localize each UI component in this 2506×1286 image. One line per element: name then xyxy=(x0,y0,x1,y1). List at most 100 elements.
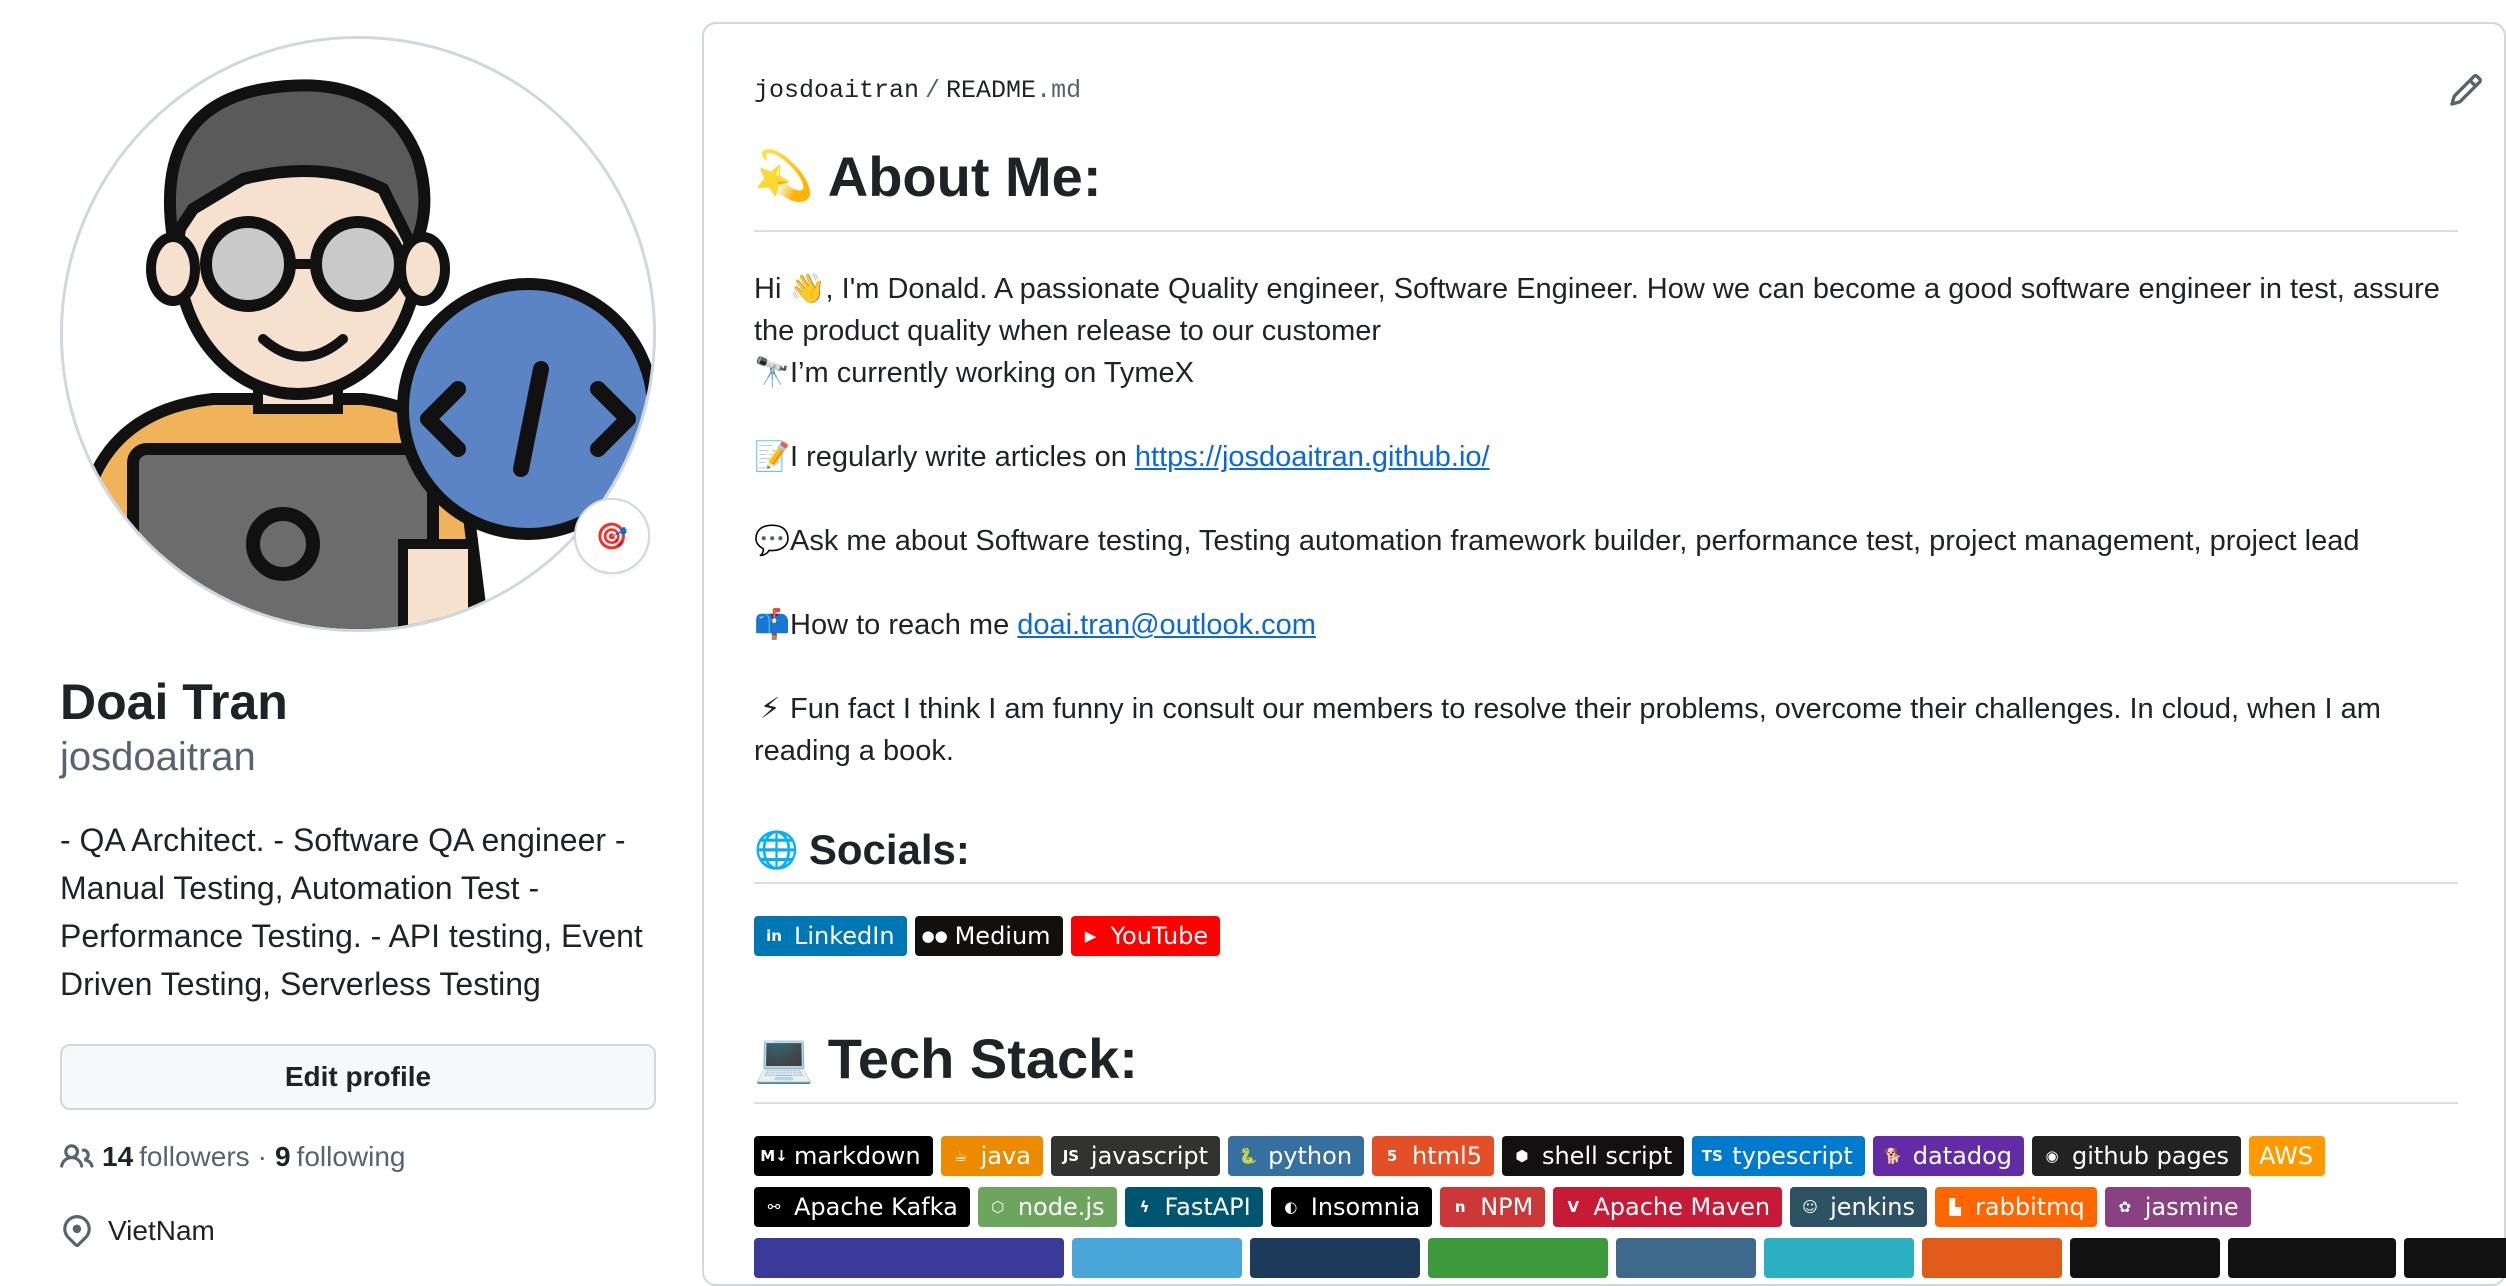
badge-fastapi[interactable]: ϟ FastAPI xyxy=(1124,1187,1263,1227)
avatar-container: 🎯 xyxy=(60,36,656,632)
badge-youtube[interactable]: ▶ YouTube xyxy=(1070,916,1221,956)
html5-icon: 5 xyxy=(1386,1147,1398,1165)
badge-partial[interactable] xyxy=(1072,1238,1242,1278)
badge-shell-script[interactable]: ⬢ shell script xyxy=(1501,1136,1685,1176)
follow-stats: 14 followers · 9 following xyxy=(60,1140,656,1174)
badge-partial[interactable] xyxy=(1250,1238,1420,1278)
badge-label: javascript xyxy=(1090,1142,1209,1170)
telescope-emoji-icon: 🔭 xyxy=(754,357,791,389)
insomnia-icon: ◐ xyxy=(1284,1198,1298,1216)
badge-java[interactable]: ☕ java xyxy=(940,1136,1043,1176)
badge-label: Apache Kafka xyxy=(794,1193,958,1221)
following-link[interactable]: 9 following xyxy=(275,1141,406,1173)
location-row: VietNam xyxy=(60,1214,656,1248)
badge-partial[interactable] xyxy=(2070,1238,2220,1278)
badge-javascript[interactable]: JS javascript xyxy=(1050,1136,1221,1176)
apache-kafka-icon: ⚯ xyxy=(767,1198,781,1216)
badge-node-js[interactable]: ⬡ node.js xyxy=(977,1187,1117,1227)
profile-bio: - QA Architect. - Software QA engineer -… xyxy=(60,822,643,1002)
node-js-icon: ⬡ xyxy=(991,1198,1005,1216)
badge-apache-maven[interactable]: V Apache Maven xyxy=(1553,1187,1783,1227)
badge-aws[interactable]: AWS xyxy=(2249,1136,2326,1176)
badge-partial[interactable] xyxy=(2228,1238,2396,1278)
badge-jasmine[interactable]: ✿ jasmine xyxy=(2104,1187,2251,1227)
badge-datadog[interactable]: 🐕 datadog xyxy=(1872,1136,2025,1176)
readme-file-ext: .md xyxy=(1036,76,1082,105)
badge-partial[interactable] xyxy=(1764,1238,1914,1278)
readme-breadcrumb: josdoaitran / README.md xyxy=(754,76,1081,105)
readme-file-base: README xyxy=(946,76,1037,105)
badge-html5[interactable]: 5 html5 xyxy=(1372,1136,1494,1176)
badge-label: Insomnia xyxy=(1310,1193,1421,1221)
badge-npm[interactable]: n NPM xyxy=(1440,1187,1546,1227)
badge-label: LinkedIn xyxy=(794,922,895,950)
badge-github-pages[interactable]: ◉ github pages xyxy=(2032,1136,2242,1176)
target-emoji-icon: 🎯 xyxy=(595,520,629,551)
email-link[interactable]: doai.tran@outlook.com xyxy=(1017,609,1316,641)
jasmine-icon: ✿ xyxy=(2118,1198,2132,1216)
badge-insomnia[interactable]: ◐ Insomnia xyxy=(1270,1187,1433,1227)
follow-separator: · xyxy=(257,1141,267,1172)
tech-badges-row-1: M↓ markdown ☕ java JS javascript 🐍 python 5 html5… xyxy=(754,1136,2326,1176)
followers-link[interactable]: 14 followers xyxy=(102,1141,250,1173)
edit-profile-button[interactable]: Edit profile xyxy=(60,1044,656,1110)
badge-partial[interactable] xyxy=(2404,1238,2506,1278)
about-me-heading: 💫 About Me: xyxy=(754,142,1101,212)
profile-full-name: Doai Tran xyxy=(60,674,288,730)
youtube-icon: ▶ xyxy=(1084,927,1097,945)
tech-badges-row-2: ⚯ Apache Kafka ⬡ node.js ϟ FastAPI ◐ Insomnia n N… xyxy=(754,1187,2251,1227)
badge-apache-kafka[interactable]: ⚯ Apache Kafka xyxy=(754,1187,970,1227)
socials-heading: 🌐 Socials: xyxy=(754,822,970,878)
heading-rule xyxy=(754,882,2458,884)
github-pages-icon: ◉ xyxy=(2045,1147,2059,1165)
reach-paragraph: 📫How to reach me doai.tran@outlook.com xyxy=(754,604,2464,646)
badge-rabbitmq[interactable]: ▙ rabbitmq xyxy=(1935,1187,2097,1227)
socials-heading-text: Socials: xyxy=(808,826,970,873)
followers-count: 14 xyxy=(102,1141,134,1172)
apache-maven-icon: V xyxy=(1567,1198,1580,1216)
badge-jenkins[interactable]: ☺ jenkins xyxy=(1790,1187,1928,1227)
fun-fact-paragraph: ⚡ Fun fact I think I am funny in consult … xyxy=(754,688,2464,772)
npm-icon: n xyxy=(1454,1198,1466,1216)
badge-label: markdown xyxy=(794,1142,921,1170)
python-icon: 🐍 xyxy=(1238,1147,1258,1165)
lightning-emoji-icon: ⚡ xyxy=(759,693,781,725)
set-status-button[interactable]: 🎯 xyxy=(574,498,650,574)
speech-bubble-emoji-icon: 💬 xyxy=(754,525,791,557)
badge-label: node.js xyxy=(1017,1193,1105,1221)
location-pin-icon xyxy=(63,1215,91,1248)
badge-typescript[interactable]: TS typescript xyxy=(1692,1136,1865,1176)
tech-stack-heading-text: Tech Stack: xyxy=(827,1027,1138,1090)
followers-label: followers xyxy=(139,1141,250,1172)
badge-label: python xyxy=(1268,1142,1353,1170)
badge-medium[interactable]: ●● Medium xyxy=(914,916,1063,956)
people-icon xyxy=(60,1144,94,1168)
readme-owner-link[interactable]: josdoaitran xyxy=(754,76,919,105)
working-text: I’m currently working on TymeX xyxy=(790,357,1194,389)
badge-partial[interactable] xyxy=(1428,1238,1608,1278)
mailbox-emoji-icon: 📫 xyxy=(754,609,791,641)
datadog-icon: 🐕 xyxy=(1883,1147,1903,1165)
badge-partial[interactable] xyxy=(1616,1238,1756,1278)
badge-label: AWS xyxy=(2259,1142,2314,1170)
profile-username: josdoaitran xyxy=(60,735,256,779)
badge-label: typescript xyxy=(1732,1142,1853,1170)
badge-label: Medium xyxy=(954,922,1051,950)
badge-linkedin[interactable]: in LinkedIn xyxy=(754,916,907,956)
blog-link[interactable]: https://josdoaitran.github.io/ xyxy=(1135,441,1490,473)
edit-pencil-icon[interactable] xyxy=(2448,72,2484,108)
following-count: 9 xyxy=(274,1141,291,1172)
medium-icon: ●● xyxy=(921,927,948,945)
avatar[interactable] xyxy=(60,36,656,632)
fastapi-icon: ϟ xyxy=(1139,1198,1150,1216)
badge-markdown[interactable]: M↓ markdown xyxy=(754,1136,933,1176)
badge-label: java xyxy=(980,1142,1031,1170)
avatar-illustration xyxy=(63,39,653,629)
badge-python[interactable]: 🐍 python xyxy=(1228,1136,1365,1176)
badge-label: FastAPI xyxy=(1164,1193,1251,1221)
badge-partial[interactable] xyxy=(1922,1238,2062,1278)
readme-panel: josdoaitran / README.md 💫 About Me: Hi 👋, … xyxy=(702,22,2506,1286)
badge-partial[interactable] xyxy=(754,1238,1064,1278)
markdown-icon: M↓ xyxy=(760,1147,788,1165)
breadcrumb-separator: / xyxy=(925,76,941,105)
